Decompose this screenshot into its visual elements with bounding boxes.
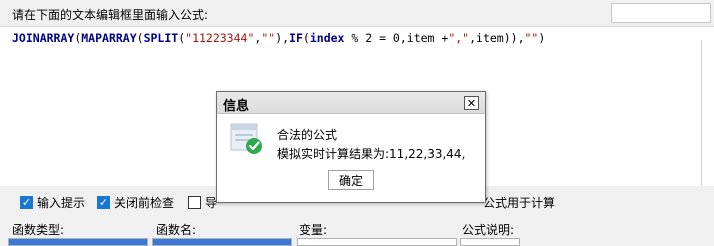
dialog-message-valid: 合法的公式 xyxy=(277,128,338,142)
formula-token: ) xyxy=(538,31,546,45)
top-right-search-input[interactable] xyxy=(611,3,711,23)
formula-token: ( xyxy=(136,31,144,45)
formula-token: "" xyxy=(261,31,276,45)
formula-desc-label: 公式说明: xyxy=(462,223,515,237)
formula-token: "11223344" xyxy=(185,31,255,45)
formula-token: JOINARRAY xyxy=(12,31,75,45)
input-hint-label: 输入提示 xyxy=(37,196,86,210)
info-dialog: 信息 ✕ 合法的公式 模拟实时计算结果为:11,22,33,44, 确定 xyxy=(216,91,486,203)
checkbox-checked-icon: ✓ xyxy=(20,196,33,209)
check-on-close-label: 关闭前检查 xyxy=(114,196,175,210)
variables-list[interactable] xyxy=(297,238,457,246)
formula-token: ,item)), xyxy=(469,31,525,45)
func-type-list[interactable] xyxy=(8,238,148,246)
formula-token: "" xyxy=(524,31,539,45)
formula-prompt-label: 请在下面的文本编辑框里面输入公式: xyxy=(12,8,209,22)
formula-token: IF xyxy=(289,31,303,45)
func-name-label: 函数名: xyxy=(156,223,197,237)
dialog-titlebar: 信息 ✕ xyxy=(217,92,485,114)
formula-token: "," xyxy=(448,31,470,45)
dialog-title: 信息 xyxy=(223,99,250,114)
formula-desc-panel xyxy=(460,238,520,246)
export-checkbox[interactable]: 导 xyxy=(188,194,217,211)
column-labels: 函数类型: 函数名: 变量: 公式说明: xyxy=(0,218,714,238)
func-name-list[interactable] xyxy=(152,238,292,246)
input-hint-checkbox[interactable]: ✓ 输入提示 xyxy=(20,194,85,211)
success-document-icon xyxy=(229,120,265,159)
variables-label: 变量: xyxy=(299,223,328,237)
checkbox-checked-icon: ✓ xyxy=(97,196,110,209)
formula-token: SPLIT xyxy=(143,31,179,45)
formula-for-calc-label: 公式用于计算 xyxy=(483,196,556,210)
formula-text: JOINARRAY(MAPARRAY(SPLIT("11223344",""),… xyxy=(12,31,545,45)
func-type-label: 函数类型: xyxy=(12,223,65,237)
formula-token: index xyxy=(309,31,345,45)
check-on-close-checkbox[interactable]: ✓ 关闭前检查 xyxy=(97,194,174,211)
lists-row xyxy=(0,238,714,246)
ok-button[interactable]: 确定 xyxy=(328,170,374,190)
formula-token: ( xyxy=(302,31,310,45)
formula-token: % 2 = 0,item + xyxy=(344,31,449,45)
checkbox-unchecked-icon xyxy=(188,196,201,209)
formula-token: ), xyxy=(275,31,290,45)
close-icon[interactable]: ✕ xyxy=(464,96,479,110)
formula-token: MAPARRAY xyxy=(81,31,137,45)
editor-side-panel xyxy=(701,40,714,186)
dialog-message-result: 模拟实时计算结果为:11,22,33,44, xyxy=(277,147,466,161)
